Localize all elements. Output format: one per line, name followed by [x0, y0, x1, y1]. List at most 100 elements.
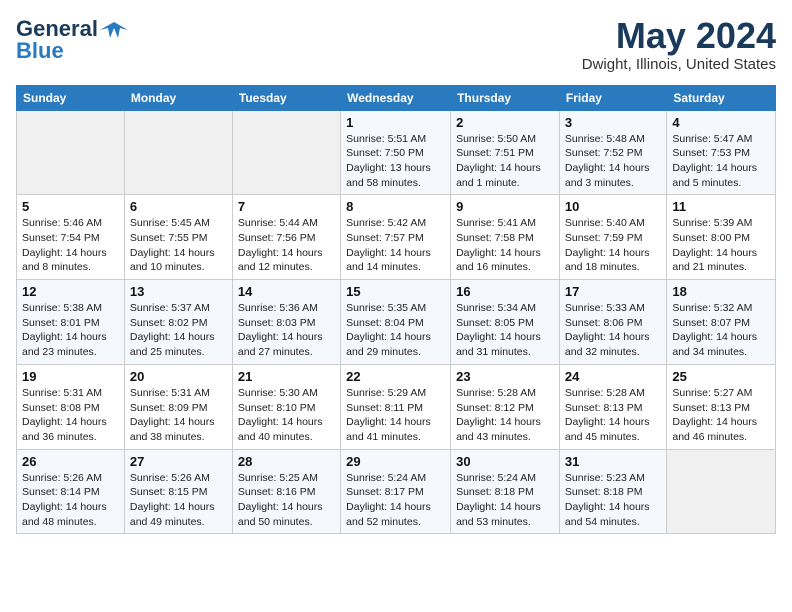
day-number: 27 [130, 454, 227, 469]
day-number: 17 [565, 284, 661, 299]
day-number: 28 [238, 454, 335, 469]
day-info: Sunrise: 5:38 AM Sunset: 8:01 PM Dayligh… [22, 301, 119, 360]
day-info: Sunrise: 5:24 AM Sunset: 8:18 PM Dayligh… [456, 471, 554, 530]
day-info: Sunrise: 5:31 AM Sunset: 8:08 PM Dayligh… [22, 386, 119, 445]
calendar-table: SundayMondayTuesdayWednesdayThursdayFrid… [16, 85, 776, 535]
day-number: 4 [672, 115, 770, 130]
calendar-cell: 3Sunrise: 5:48 AM Sunset: 7:52 PM Daylig… [559, 110, 666, 195]
week-row-2: 5 Sunrise: 5:46 AM Sunset: 7:54 PM Daylig… [17, 195, 776, 280]
day-info: Sunrise: 5:39 AM Sunset: 8:00 PM Dayligh… [672, 216, 770, 275]
weekday-header-thursday: Thursday [451, 85, 560, 110]
day-info: Sunrise: 5:37 AM Sunset: 8:02 PM Dayligh… [130, 301, 227, 360]
day-info: Sunrise: 5:51 AM Sunset: 7:50 PM Dayligh… [346, 132, 445, 191]
calendar-cell: 24 Sunrise: 5:28 AM Sunset: 8:13 PM Dayli… [559, 364, 666, 449]
calendar-cell: 9 Sunrise: 5:41 AM Sunset: 7:58 PM Daylig… [451, 195, 560, 280]
day-number: 21 [238, 369, 335, 384]
calendar-cell: 4 Sunrise: 5:47 AM Sunset: 7:53 PM Daylig… [667, 110, 776, 195]
calendar-cell: 19Sunrise: 5:31 AM Sunset: 8:08 PM Dayli… [17, 364, 125, 449]
day-info: Sunrise: 5:46 AM Sunset: 7:54 PM Dayligh… [22, 216, 119, 275]
day-number: 8 [346, 199, 445, 214]
calendar-cell: 5 Sunrise: 5:46 AM Sunset: 7:54 PM Daylig… [17, 195, 125, 280]
day-info: Sunrise: 5:45 AM Sunset: 7:55 PM Dayligh… [130, 216, 227, 275]
day-info: Sunrise: 5:25 AM Sunset: 8:16 PM Dayligh… [238, 471, 335, 530]
calendar-cell: 14Sunrise: 5:36 AM Sunset: 8:03 PM Dayli… [232, 280, 340, 365]
day-number: 24 [565, 369, 661, 384]
title-area: May 2024 Dwight, Illinois, United States [582, 16, 776, 73]
week-row-4: 19Sunrise: 5:31 AM Sunset: 8:08 PM Dayli… [17, 364, 776, 449]
calendar-cell: 16 Sunrise: 5:34 AM Sunset: 8:05 PM Dayli… [451, 280, 560, 365]
day-number: 22 [346, 369, 445, 384]
calendar-cell: 23Sunrise: 5:28 AM Sunset: 8:12 PM Dayli… [451, 364, 560, 449]
calendar-cell: 21 Sunrise: 5:30 AM Sunset: 8:10 PM Dayli… [232, 364, 340, 449]
calendar-cell [124, 110, 232, 195]
logo-blue: Blue [16, 38, 64, 64]
day-number: 11 [672, 199, 770, 214]
calendar-cell: 1 Sunrise: 5:51 AM Sunset: 7:50 PM Daylig… [341, 110, 451, 195]
day-info: Sunrise: 5:47 AM Sunset: 7:53 PM Dayligh… [672, 132, 770, 191]
day-info: Sunrise: 5:41 AM Sunset: 7:58 PM Dayligh… [456, 216, 554, 275]
day-number: 6 [130, 199, 227, 214]
day-number: 18 [672, 284, 770, 299]
day-info: Sunrise: 5:30 AM Sunset: 8:10 PM Dayligh… [238, 386, 335, 445]
calendar-cell: 10 Sunrise: 5:40 AM Sunset: 7:59 PM Dayli… [559, 195, 666, 280]
day-info: Sunrise: 5:26 AM Sunset: 8:15 PM Dayligh… [130, 471, 227, 530]
day-info: Sunrise: 5:26 AM Sunset: 8:14 PM Dayligh… [22, 471, 119, 530]
day-number: 16 [456, 284, 554, 299]
day-number: 31 [565, 454, 661, 469]
calendar-cell: 30 Sunrise: 5:24 AM Sunset: 8:18 PM Dayli… [451, 449, 560, 534]
day-number: 5 [22, 199, 119, 214]
calendar-cell: 20 Sunrise: 5:31 AM Sunset: 8:09 PM Dayli… [124, 364, 232, 449]
day-info: Sunrise: 5:28 AM Sunset: 8:12 PM Dayligh… [456, 386, 554, 445]
weekday-header-row: SundayMondayTuesdayWednesdayThursdayFrid… [17, 85, 776, 110]
calendar-cell: 8 Sunrise: 5:42 AM Sunset: 7:57 PM Daylig… [341, 195, 451, 280]
calendar-cell: 25 Sunrise: 5:27 AM Sunset: 8:13 PM Dayli… [667, 364, 776, 449]
calendar-cell [667, 449, 776, 534]
day-number: 12 [22, 284, 119, 299]
weekday-header-wednesday: Wednesday [341, 85, 451, 110]
day-info: Sunrise: 5:44 AM Sunset: 7:56 PM Dayligh… [238, 216, 335, 275]
day-number: 1 [346, 115, 445, 130]
day-number: 30 [456, 454, 554, 469]
day-info: Sunrise: 5:33 AM Sunset: 8:06 PM Dayligh… [565, 301, 661, 360]
day-info: Sunrise: 5:29 AM Sunset: 8:11 PM Dayligh… [346, 386, 445, 445]
day-number: 29 [346, 454, 445, 469]
weekday-header-friday: Friday [559, 85, 666, 110]
day-number: 20 [130, 369, 227, 384]
day-number: 9 [456, 199, 554, 214]
day-info: Sunrise: 5:40 AM Sunset: 7:59 PM Dayligh… [565, 216, 661, 275]
logo-bird-icon [100, 20, 128, 38]
calendar-cell: 29Sunrise: 5:24 AM Sunset: 8:17 PM Dayli… [341, 449, 451, 534]
day-info: Sunrise: 5:27 AM Sunset: 8:13 PM Dayligh… [672, 386, 770, 445]
calendar-cell: 28 Sunrise: 5:25 AM Sunset: 8:16 PM Dayli… [232, 449, 340, 534]
day-info: Sunrise: 5:42 AM Sunset: 7:57 PM Dayligh… [346, 216, 445, 275]
day-number: 10 [565, 199, 661, 214]
logo: General Blue [16, 16, 128, 64]
weekday-header-monday: Monday [124, 85, 232, 110]
week-row-3: 12 Sunrise: 5:38 AM Sunset: 8:01 PM Dayli… [17, 280, 776, 365]
week-row-1: 1 Sunrise: 5:51 AM Sunset: 7:50 PM Daylig… [17, 110, 776, 195]
day-info: Sunrise: 5:35 AM Sunset: 8:04 PM Dayligh… [346, 301, 445, 360]
day-info: Sunrise: 5:31 AM Sunset: 8:09 PM Dayligh… [130, 386, 227, 445]
day-number: 25 [672, 369, 770, 384]
day-number: 2 [456, 115, 554, 130]
day-info: Sunrise: 5:28 AM Sunset: 8:13 PM Dayligh… [565, 386, 661, 445]
calendar-cell: 17 Sunrise: 5:33 AM Sunset: 8:06 PM Dayli… [559, 280, 666, 365]
weekday-header-tuesday: Tuesday [232, 85, 340, 110]
calendar-cell: 13 Sunrise: 5:37 AM Sunset: 8:02 PM Dayli… [124, 280, 232, 365]
day-info: Sunrise: 5:34 AM Sunset: 8:05 PM Dayligh… [456, 301, 554, 360]
calendar-cell: 6 Sunrise: 5:45 AM Sunset: 7:55 PM Daylig… [124, 195, 232, 280]
calendar-cell: 22 Sunrise: 5:29 AM Sunset: 8:11 PM Dayli… [341, 364, 451, 449]
day-info: Sunrise: 5:48 AM Sunset: 7:52 PM Dayligh… [565, 132, 661, 191]
calendar-cell [17, 110, 125, 195]
calendar-cell: 12 Sunrise: 5:38 AM Sunset: 8:01 PM Dayli… [17, 280, 125, 365]
day-number: 13 [130, 284, 227, 299]
calendar-cell: 2Sunrise: 5:50 AM Sunset: 7:51 PM Daylig… [451, 110, 560, 195]
calendar-cell: 27 Sunrise: 5:26 AM Sunset: 8:15 PM Dayli… [124, 449, 232, 534]
day-info: Sunrise: 5:32 AM Sunset: 8:07 PM Dayligh… [672, 301, 770, 360]
day-number: 7 [238, 199, 335, 214]
day-number: 14 [238, 284, 335, 299]
weekday-header-sunday: Sunday [17, 85, 125, 110]
calendar-cell: 15Sunrise: 5:35 AM Sunset: 8:04 PM Dayli… [341, 280, 451, 365]
calendar-cell: 11 Sunrise: 5:39 AM Sunset: 8:00 PM Dayli… [667, 195, 776, 280]
day-number: 26 [22, 454, 119, 469]
